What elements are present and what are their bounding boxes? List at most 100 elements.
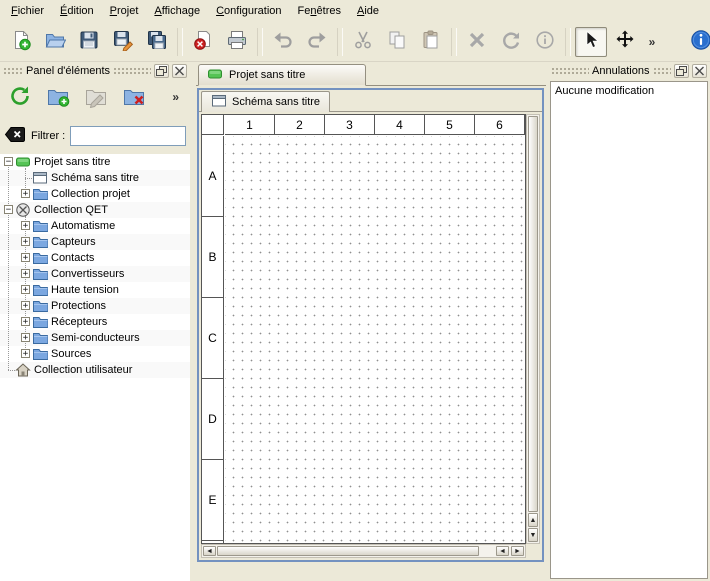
tab-schema-label: Schéma sans titre xyxy=(232,96,320,108)
clear-filter-button[interactable] xyxy=(4,126,26,146)
schema-canvas[interactable] xyxy=(225,136,525,543)
tree-item-contacts[interactable]: + Contacts xyxy=(0,250,190,266)
new-element-button[interactable] xyxy=(42,81,74,113)
save-as-button[interactable] xyxy=(107,27,139,57)
expand-toggle[interactable]: + xyxy=(21,301,30,310)
float-panel-button[interactable] xyxy=(674,64,689,78)
close-document-button[interactable] xyxy=(187,27,219,57)
tree-item-label: Projet sans titre xyxy=(34,154,110,170)
save-button[interactable] xyxy=(73,27,105,57)
open-folder-icon xyxy=(44,29,66,54)
horizontal-scrollbar-thumb[interactable] xyxy=(217,546,479,556)
scroll-up-button[interactable]: ▲ xyxy=(528,513,538,527)
edit-element-button[interactable] xyxy=(80,81,112,113)
expand-toggle[interactable]: + xyxy=(21,269,30,278)
tree-item-label: Contacts xyxy=(51,250,94,266)
menu-fichier[interactable]: Fichier xyxy=(3,0,52,22)
save-all-button[interactable] xyxy=(141,27,173,57)
menu-projet[interactable]: Projet xyxy=(102,0,147,22)
copy-button[interactable] xyxy=(381,27,413,57)
vertical-scrollbar-thumb[interactable] xyxy=(528,116,538,512)
menu-fenetres[interactable]: Fenêtres xyxy=(290,0,349,22)
tree-item-haute-tension[interactable]: +Haute tension xyxy=(0,282,190,298)
project-icon xyxy=(15,154,31,170)
open-project-button[interactable] xyxy=(39,27,71,57)
tree-item-schema-sans-titre[interactable]: Schéma sans titre xyxy=(0,170,190,186)
rotate-selection-button[interactable] xyxy=(495,27,527,57)
tree-item-convertisseurs[interactable]: +Convertisseurs xyxy=(0,266,190,282)
vertical-scrollbar[interactable]: ▲ ▼ xyxy=(526,114,540,544)
tree-item-automatisme[interactable]: +Automatisme xyxy=(0,218,190,234)
cut-icon xyxy=(352,29,374,54)
expand-toggle[interactable]: + xyxy=(21,189,30,198)
undo-panel-title: Annulations xyxy=(592,65,650,77)
toolbar-overflow-button[interactable]: » xyxy=(643,27,661,57)
expand-toggle[interactable]: + xyxy=(21,253,30,262)
scroll-left-end-button[interactable]: ◄ xyxy=(496,546,509,556)
expand-toggle[interactable]: + xyxy=(21,221,30,230)
undo-button[interactable] xyxy=(267,27,299,57)
new-document-button[interactable] xyxy=(5,27,37,57)
menu-edition[interactable]: Édition xyxy=(52,0,102,22)
redo-button[interactable] xyxy=(301,27,333,57)
tree-item-label: Collection QET xyxy=(34,202,108,218)
expand-toggle[interactable]: + xyxy=(21,333,30,342)
horizontal-scrollbar[interactable]: ◄ ◄ ► xyxy=(201,544,526,558)
menu-affichage[interactable]: Affichage xyxy=(146,0,208,22)
tree-item-label: Protections xyxy=(51,298,106,314)
panel-overflow-button[interactable]: » xyxy=(169,89,182,105)
tree-item-collection-utilisateur[interactable]: Collection utilisateur xyxy=(0,362,190,378)
selection-mode-button[interactable] xyxy=(575,27,607,57)
scroll-right-button[interactable]: ► xyxy=(511,546,524,556)
close-panel-button[interactable] xyxy=(172,64,187,78)
undo-panel-dock: Annulations Aucune modification xyxy=(548,62,710,581)
cut-button[interactable] xyxy=(347,27,379,57)
expand-toggle[interactable]: + xyxy=(21,285,30,294)
tree-item-label: Récepteurs xyxy=(51,314,107,330)
paste-button[interactable] xyxy=(415,27,447,57)
column-ruler: 123456 xyxy=(225,115,525,135)
delete-element-button[interactable] xyxy=(118,81,150,113)
expand-toggle[interactable]: + xyxy=(21,349,30,358)
tree-item-capteurs[interactable]: +Capteurs xyxy=(0,234,190,250)
collapse-toggle[interactable]: − xyxy=(4,205,13,214)
elements-panel-toolbar: » xyxy=(0,79,190,115)
menu-aide[interactable]: Aide xyxy=(349,0,387,22)
tree-rows: −Projet sans titreSchéma sans titre+Coll… xyxy=(0,154,190,581)
menu-configuration[interactable]: Configuration xyxy=(208,0,289,22)
scroll-left-button[interactable]: ◄ xyxy=(203,546,216,556)
close-doc-icon xyxy=(192,29,214,54)
tab-project[interactable]: Projet sans titre xyxy=(198,64,366,86)
collapse-toggle[interactable]: − xyxy=(4,157,13,166)
filter-input[interactable] xyxy=(70,126,186,146)
tree-item-recepteurs[interactable]: + Récepteurs xyxy=(0,314,190,330)
tree-item-collection-projet[interactable]: +Collection projet xyxy=(0,186,190,202)
schema-tab-bar: Schéma sans titre xyxy=(199,90,542,112)
expand-toggle[interactable]: + xyxy=(21,237,30,246)
elements-panel-title: Panel d'éléments xyxy=(26,65,110,77)
elements-panel-dock: Panel d'éléments » Filtrer : −Projet san… xyxy=(0,62,190,581)
visualisation-mode-button[interactable] xyxy=(609,27,641,57)
tree-item-protections[interactable]: + Protections xyxy=(0,298,190,314)
elements-panel-titlebar[interactable]: Panel d'éléments xyxy=(0,62,190,79)
reload-collections-button[interactable] xyxy=(4,81,36,113)
delete-selection-button[interactable] xyxy=(461,27,493,57)
about-button[interactable] xyxy=(685,27,710,57)
close-panel-button[interactable] xyxy=(692,64,707,78)
tree-item-sources[interactable]: +Sources xyxy=(0,346,190,362)
folder-icon xyxy=(32,266,48,282)
tab-schema[interactable]: Schéma sans titre xyxy=(201,91,330,112)
selection-info-button[interactable] xyxy=(529,27,561,57)
expand-toggle[interactable]: + xyxy=(21,317,30,326)
chevron-double-icon: » xyxy=(649,35,656,49)
tree-item-projet-sans-titre[interactable]: − Projet sans titre xyxy=(0,154,190,170)
undo-panel-titlebar[interactable]: Annulations xyxy=(548,62,710,79)
folder-icon xyxy=(32,186,48,202)
element-delete-icon xyxy=(122,84,146,111)
tree-item-label: Schéma sans titre xyxy=(51,170,139,186)
scroll-down-button[interactable]: ▼ xyxy=(528,528,538,542)
tree-item-collection-qet[interactable]: − Collection QET xyxy=(0,202,190,218)
tree-item-semi-conducteurs[interactable]: +Semi-conducteurs xyxy=(0,330,190,346)
float-panel-button[interactable] xyxy=(154,64,169,78)
print-button[interactable] xyxy=(221,27,253,57)
